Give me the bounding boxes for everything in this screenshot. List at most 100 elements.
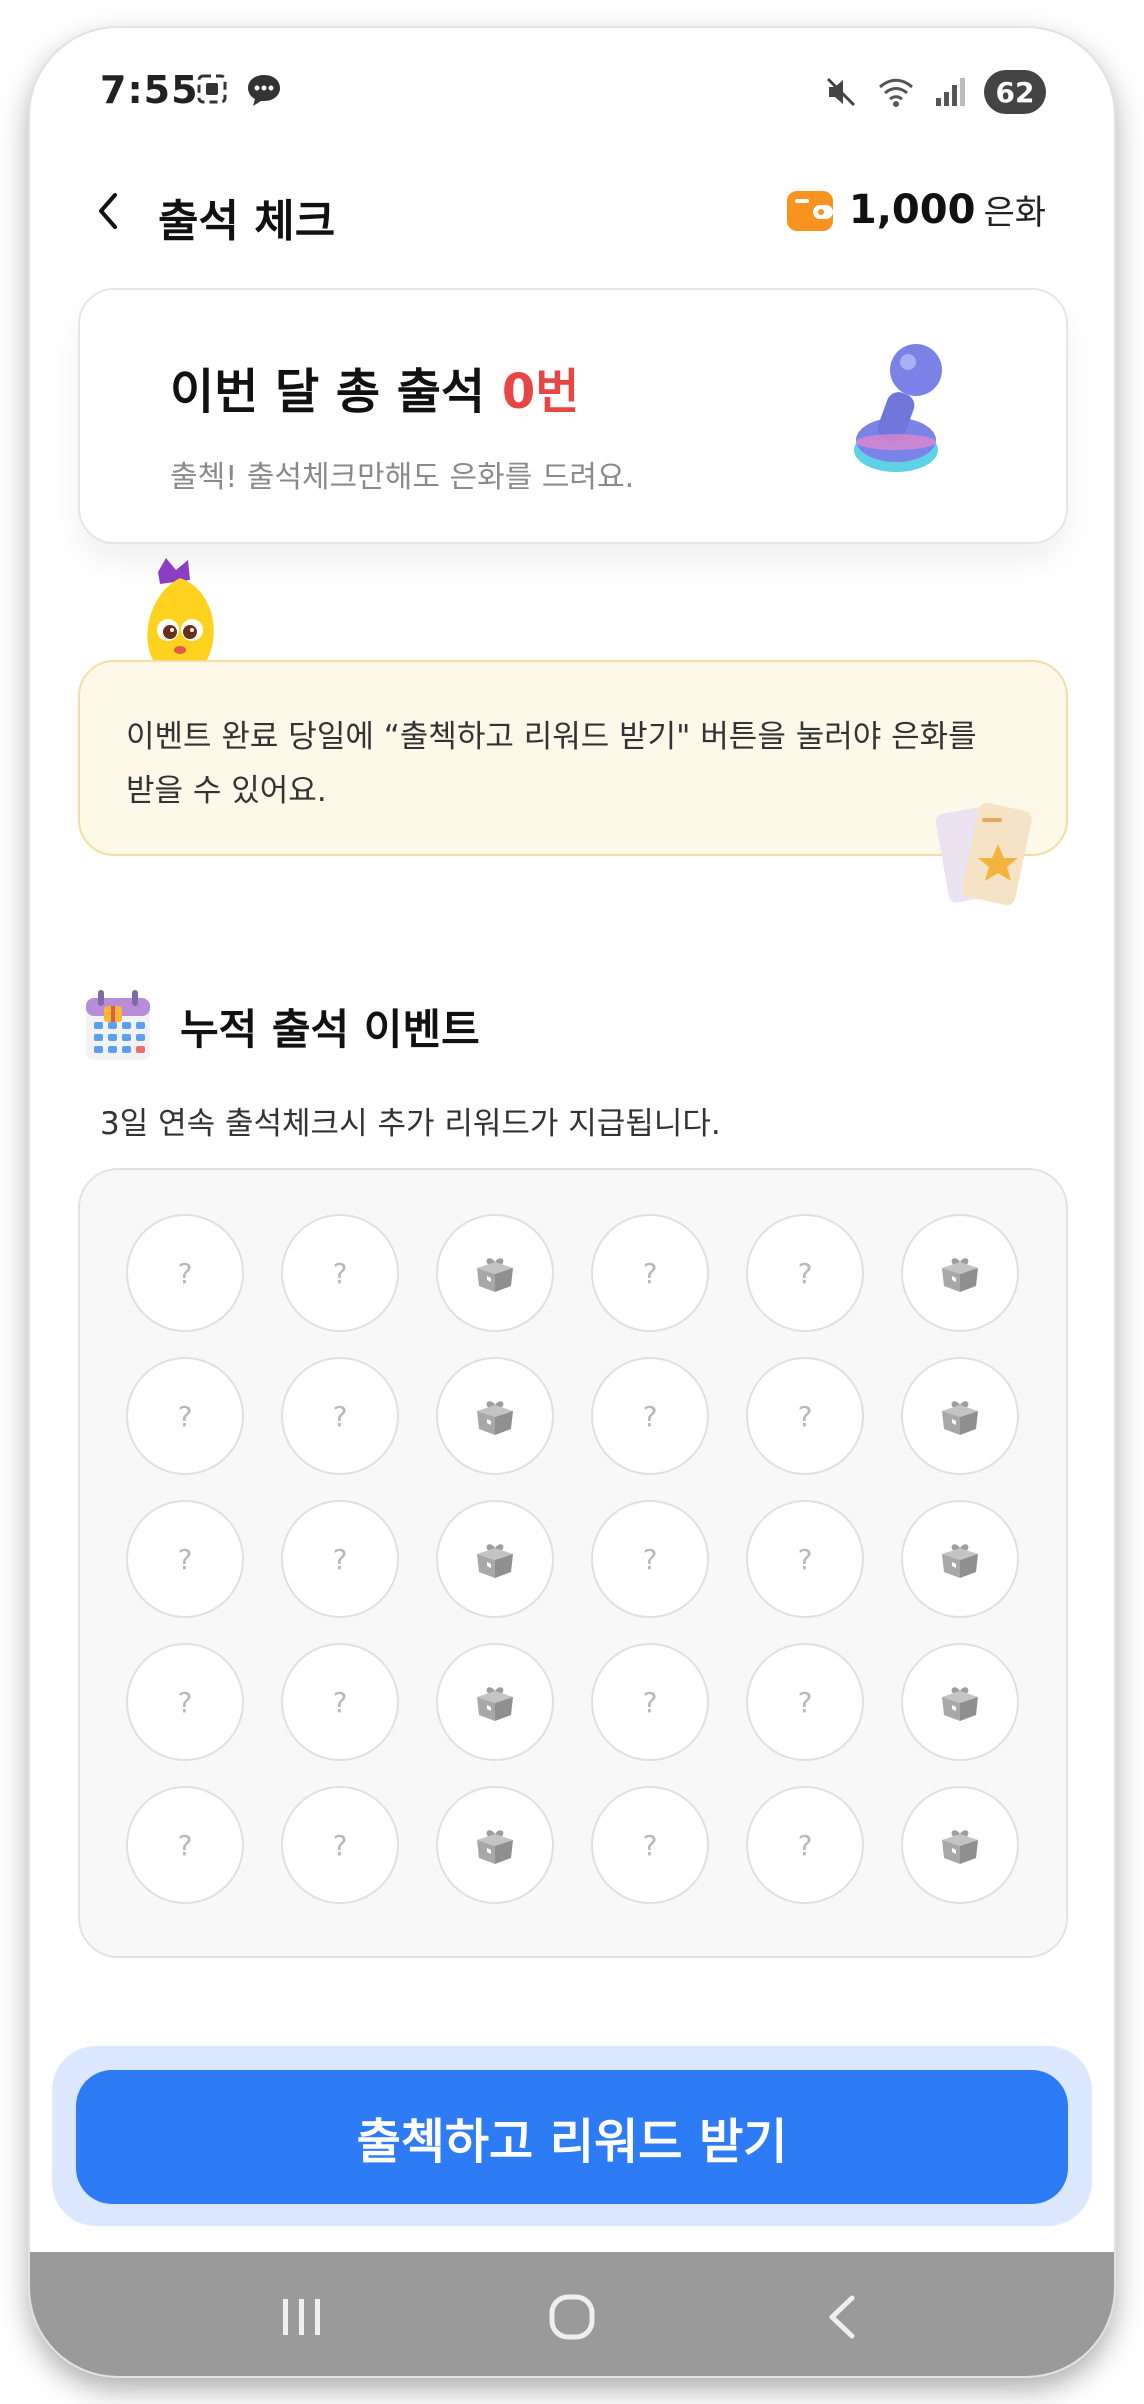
stamp-icon: [854, 344, 942, 472]
reward-slot-label: ?: [332, 1256, 348, 1290]
reward-slot-label: ?: [177, 1399, 193, 1433]
back-button[interactable]: [78, 181, 138, 241]
reward-slot-gift[interactable]: [901, 1357, 1019, 1475]
notice-text: 이벤트 완료 당일에 “출첵하고 리워드 받기" 버튼을 눌러야 은화를 받을 …: [126, 719, 977, 809]
gift-box-icon: [942, 1830, 978, 1864]
reward-slot-unknown[interactable]: ?: [126, 1500, 244, 1618]
claim-reward-button[interactable]: 출첵하고 리워드 받기: [76, 2070, 1068, 2204]
reward-slot-label: ?: [177, 1685, 193, 1719]
reward-slot-label: ?: [797, 1828, 813, 1862]
status-system-icons: 62: [824, 70, 1046, 114]
chevron-left-icon: [99, 193, 117, 229]
home-icon: [549, 2294, 595, 2340]
reward-slot-gift[interactable]: [901, 1214, 1019, 1332]
summary-title-prefix: 이번 달 총 출석: [170, 364, 502, 420]
gift-box-icon: [477, 1401, 513, 1435]
attendance-summary-card: 이번 달 총 출석 0번 출첵! 출석체크만해도 은화를 드려요.: [78, 288, 1068, 544]
phone-screen: 7:55 62 출석 체크 1,000 은화 이번 달 총 출석 0번 출첵! …: [30, 28, 1114, 2376]
reward-slot-gift[interactable]: [901, 1786, 1019, 1904]
gift-box-icon: [477, 1687, 513, 1721]
reward-slot-unknown[interactable]: ?: [746, 1643, 864, 1761]
reward-slot-unknown[interactable]: ?: [281, 1786, 399, 1904]
wallet-icon: [786, 190, 833, 231]
gift-box-icon: [942, 1687, 978, 1721]
reward-slot-unknown[interactable]: ?: [126, 1214, 244, 1332]
reward-slot-label: ?: [642, 1685, 658, 1719]
reward-slot-gift[interactable]: [901, 1500, 1019, 1618]
recent-apps-icon: [283, 2299, 320, 2335]
reward-slot-unknown[interactable]: ?: [591, 1357, 709, 1475]
section-title: 누적 출석 이벤트: [180, 1004, 480, 1054]
reward-slot-unknown[interactable]: ?: [281, 1357, 399, 1475]
reward-slot-label: ?: [332, 1685, 348, 1719]
reward-slot-label: ?: [797, 1399, 813, 1433]
reward-slot-unknown[interactable]: ?: [591, 1643, 709, 1761]
gift-box-icon: [942, 1258, 978, 1292]
calendar-icon: [86, 990, 150, 1060]
gift-box-icon: [942, 1544, 978, 1578]
reward-slot-label: ?: [642, 1256, 658, 1290]
currency-amount: 1,000: [848, 186, 976, 233]
recent-apps-button[interactable]: [257, 2282, 347, 2352]
reward-slot-label: ?: [797, 1542, 813, 1576]
reward-slot-gift[interactable]: [901, 1643, 1019, 1761]
system-navigation-bar: [30, 2252, 1114, 2376]
reward-slot-unknown[interactable]: ?: [281, 1643, 399, 1761]
status-bar: 7:55 62: [30, 28, 1114, 148]
reward-slot-gift[interactable]: [436, 1214, 554, 1332]
back-arrow-icon: [829, 2295, 855, 2339]
reward-slot-gift[interactable]: [436, 1643, 554, 1761]
home-button[interactable]: [527, 2282, 617, 2352]
status-time: 7:55: [100, 68, 199, 112]
summary-title: 이번 달 총 출석 0번: [170, 352, 579, 422]
reward-slot-unknown[interactable]: ?: [126, 1786, 244, 1904]
reward-slot-gift[interactable]: [436, 1786, 554, 1904]
reward-slot-unknown[interactable]: ?: [591, 1214, 709, 1332]
reward-slot-label: ?: [642, 1828, 658, 1862]
section-description: 3일 연속 출석체크시 추가 리워드가 지급됩니다.: [100, 1106, 721, 1142]
cta-container: 출첵하고 리워드 받기: [52, 2046, 1092, 2226]
gift-box-icon: [477, 1258, 513, 1292]
reward-slot-label: ?: [797, 1256, 813, 1290]
reward-slot-unknown[interactable]: ?: [746, 1500, 864, 1618]
reward-slot-label: ?: [332, 1828, 348, 1862]
wifi-icon: [878, 78, 914, 107]
reward-slot-label: ?: [177, 1256, 193, 1290]
reward-slot-label: ?: [177, 1542, 193, 1576]
signal-icon: [936, 78, 965, 106]
currency-balance[interactable]: 1,000 은화: [785, 185, 1046, 234]
reward-slot-label: ?: [642, 1399, 658, 1433]
reward-slot-unknown[interactable]: ?: [746, 1214, 864, 1332]
gift-box-icon: [477, 1544, 513, 1578]
system-back-button[interactable]: [797, 2282, 887, 2352]
reward-slot-label: ?: [332, 1542, 348, 1576]
notice-box: 이벤트 완료 당일에 “출첵하고 리워드 받기" 버튼을 눌러야 은화를 받을 …: [78, 660, 1068, 856]
reward-slot-unknown[interactable]: ?: [591, 1786, 709, 1904]
gift-box-icon: [942, 1401, 978, 1435]
reward-slot-unknown[interactable]: ?: [126, 1357, 244, 1475]
reward-slot-label: ?: [642, 1542, 658, 1576]
reward-slot-label: ?: [332, 1399, 348, 1433]
summary-subtitle: 출첵! 출석체크만해도 은화를 드려요.: [170, 460, 635, 495]
currency-unit: 은화: [983, 193, 1046, 233]
reward-slot-unknown[interactable]: ?: [126, 1643, 244, 1761]
reward-slot-label: ?: [177, 1828, 193, 1862]
reward-slot-unknown[interactable]: ?: [281, 1500, 399, 1618]
section-header: 누적 출석 이벤트: [82, 988, 480, 1064]
status-notification-icons: [195, 72, 283, 108]
screenshot-icon: [197, 74, 227, 104]
tickets-icon: [935, 802, 1032, 906]
mute-icon: [826, 77, 856, 107]
gift-box-icon: [477, 1830, 513, 1864]
app-header: 출석 체크 1,000 은화: [30, 173, 1114, 263]
reward-slot-gift[interactable]: [436, 1500, 554, 1618]
reward-slot-unknown[interactable]: ?: [591, 1500, 709, 1618]
attendance-count: 0번: [501, 364, 580, 420]
reward-slot-unknown[interactable]: ?: [281, 1214, 399, 1332]
reward-slot-label: ?: [797, 1685, 813, 1719]
reward-slot-unknown[interactable]: ?: [746, 1786, 864, 1904]
reward-slot-unknown[interactable]: ?: [746, 1357, 864, 1475]
reward-slot-gift[interactable]: [436, 1357, 554, 1475]
reward-grid: ????????????????????: [78, 1168, 1068, 1958]
battery-indicator: 62: [984, 70, 1046, 114]
